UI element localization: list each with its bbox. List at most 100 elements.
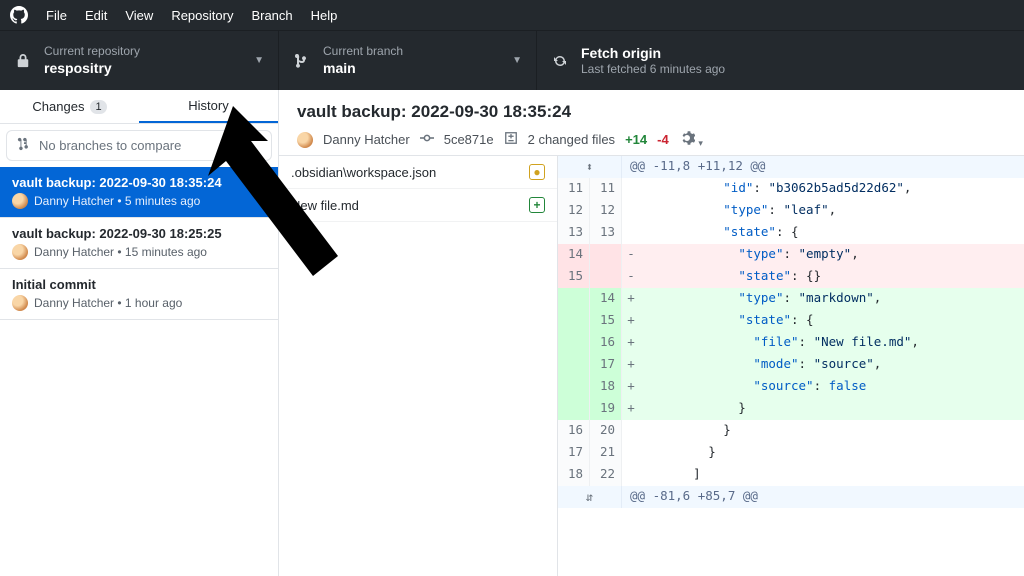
diff-sign: + xyxy=(622,354,640,376)
tab-changes-label: Changes xyxy=(32,99,84,114)
git-compare-icon xyxy=(17,137,31,154)
line-number-new: 12 xyxy=(590,200,622,222)
diff-icon xyxy=(504,131,518,148)
compare-placeholder: No branches to compare xyxy=(39,138,181,153)
diff-sign xyxy=(622,200,640,222)
diff-row: 13 13 "state": { xyxy=(558,222,1024,244)
line-number-old: 15 xyxy=(558,266,590,288)
commit-author: Danny Hatcher xyxy=(323,132,410,147)
diff-row: 17 + "mode": "source", xyxy=(558,354,1024,376)
menu-edit[interactable]: Edit xyxy=(85,8,107,23)
line-number-old xyxy=(558,288,590,310)
commit-title: vault backup: 2022-09-30 18:35:24 xyxy=(297,102,1006,122)
line-number-old xyxy=(558,354,590,376)
expand-hunk-icon[interactable]: ⇵ xyxy=(558,486,622,508)
fetch-label: Fetch origin xyxy=(581,44,725,62)
menu-view[interactable]: View xyxy=(125,8,153,23)
commit-sha[interactable]: 5ce871e xyxy=(444,132,494,147)
file-name: .obsidian\workspace.json xyxy=(291,165,436,180)
commit-item-author: Danny Hatcher • 5 minutes ago xyxy=(34,194,200,208)
chevron-down-icon: ▼ xyxy=(512,55,522,66)
file-status-added-icon: + xyxy=(529,197,545,213)
branch-compare-selector[interactable]: No branches to compare xyxy=(6,130,272,161)
diff-row: ⇵@@ -81,6 +85,7 @@ xyxy=(558,486,1024,508)
menubar: File Edit View Repository Branch Help xyxy=(0,0,1024,30)
commit-item-title: Initial commit xyxy=(12,277,266,292)
menu-repository[interactable]: Repository xyxy=(171,8,233,23)
code-line: } xyxy=(640,442,1024,464)
fetch-button[interactable]: Fetch origin Last fetched 6 minutes ago xyxy=(537,31,1024,90)
changed-files-label[interactable]: 2 changed files xyxy=(528,132,615,147)
diff-row: 12 12 "type": "leaf", xyxy=(558,200,1024,222)
menu-file[interactable]: File xyxy=(46,8,67,23)
diff-row: 11 11 "id": "b3062b5ad5d22d62", xyxy=(558,178,1024,200)
code-line: "type": "markdown", xyxy=(640,288,1024,310)
hunk-header: @@ -81,6 +85,7 @@ xyxy=(622,486,1024,508)
avatar xyxy=(12,295,28,311)
menu-help[interactable]: Help xyxy=(311,8,338,23)
line-number-new: 14 xyxy=(590,288,622,310)
diff-sign xyxy=(622,442,640,464)
commit-sha-icon xyxy=(420,131,434,148)
code-line: "type": "leaf", xyxy=(640,200,1024,222)
lock-icon xyxy=(14,54,32,68)
sidebar: Changes 1 History No branches to compare… xyxy=(0,90,279,576)
diff-row: 18 22 ] xyxy=(558,464,1024,486)
sidebar-tabs: Changes 1 History xyxy=(0,90,278,124)
menu-branch[interactable]: Branch xyxy=(251,8,292,23)
gear-icon[interactable]: ▾ xyxy=(679,130,703,149)
main: Changes 1 History No branches to compare… xyxy=(0,90,1024,576)
chevron-down-icon: ▼ xyxy=(254,55,264,66)
deletions-count: -4 xyxy=(657,132,669,147)
commit-item[interactable]: vault backup: 2022-09-30 18:35:24 Danny … xyxy=(0,167,278,218)
commit-item-author: Danny Hatcher • 1 hour ago xyxy=(34,296,182,310)
diff-sign xyxy=(622,464,640,486)
code-line: "state": { xyxy=(640,310,1024,332)
diff-view[interactable]: ⬍@@ -11,8 +11,12 @@11 11 "id": "b3062b5a… xyxy=(558,156,1024,576)
sync-icon xyxy=(551,53,569,69)
git-branch-icon xyxy=(293,53,311,69)
tab-changes[interactable]: Changes 1 xyxy=(0,90,139,123)
code-line: } xyxy=(640,420,1024,442)
line-number-new: 17 xyxy=(590,354,622,376)
line-number-new: 21 xyxy=(590,442,622,464)
tab-history[interactable]: History xyxy=(139,90,278,123)
commit-detail: vault backup: 2022-09-30 18:35:24 Danny … xyxy=(279,90,1024,576)
code-line: "type": "empty", xyxy=(640,244,1024,266)
code-line: "id": "b3062b5ad5d22d62", xyxy=(640,178,1024,200)
commit-item[interactable]: Initial commit Danny Hatcher • 1 hour ag… xyxy=(0,269,278,320)
avatar xyxy=(297,132,313,148)
line-number-old xyxy=(558,398,590,420)
line-number-old: 16 xyxy=(558,420,590,442)
toolbar: Current repository respositry ▼ Current … xyxy=(0,30,1024,90)
line-number-old xyxy=(558,376,590,398)
avatar xyxy=(12,193,28,209)
code-line: "state": {} xyxy=(640,266,1024,288)
insertions-count: +14 xyxy=(625,132,647,147)
diff-sign: + xyxy=(622,288,640,310)
commit-header: vault backup: 2022-09-30 18:35:24 Danny … xyxy=(279,90,1024,156)
diff-sign xyxy=(622,420,640,442)
line-number-new: 15 xyxy=(590,310,622,332)
line-number-old: 14 xyxy=(558,244,590,266)
line-number-old: 17 xyxy=(558,442,590,464)
line-number-old: 18 xyxy=(558,464,590,486)
code-line: "mode": "source", xyxy=(640,354,1024,376)
line-number-old xyxy=(558,310,590,332)
commit-item-title: vault backup: 2022-09-30 18:35:24 xyxy=(12,175,266,190)
line-number-new: 16 xyxy=(590,332,622,354)
tab-history-label: History xyxy=(188,98,228,113)
branch-selector[interactable]: Current branch main ▼ xyxy=(279,31,537,90)
commit-item[interactable]: vault backup: 2022-09-30 18:25:25 Danny … xyxy=(0,218,278,269)
line-number-new: 20 xyxy=(590,420,622,442)
repo-selector[interactable]: Current repository respositry ▼ xyxy=(0,31,279,90)
code-line: } xyxy=(640,398,1024,420)
file-row[interactable]: .obsidian\workspace.json ● xyxy=(279,156,557,189)
line-number-old: 12 xyxy=(558,200,590,222)
line-number-new: 19 xyxy=(590,398,622,420)
diff-sign: + xyxy=(622,398,640,420)
expand-hunk-icon[interactable]: ⬍ xyxy=(558,156,622,178)
diff-sign: - xyxy=(622,244,640,266)
file-row[interactable]: New file.md + xyxy=(279,189,557,222)
code-line: ] xyxy=(640,464,1024,486)
